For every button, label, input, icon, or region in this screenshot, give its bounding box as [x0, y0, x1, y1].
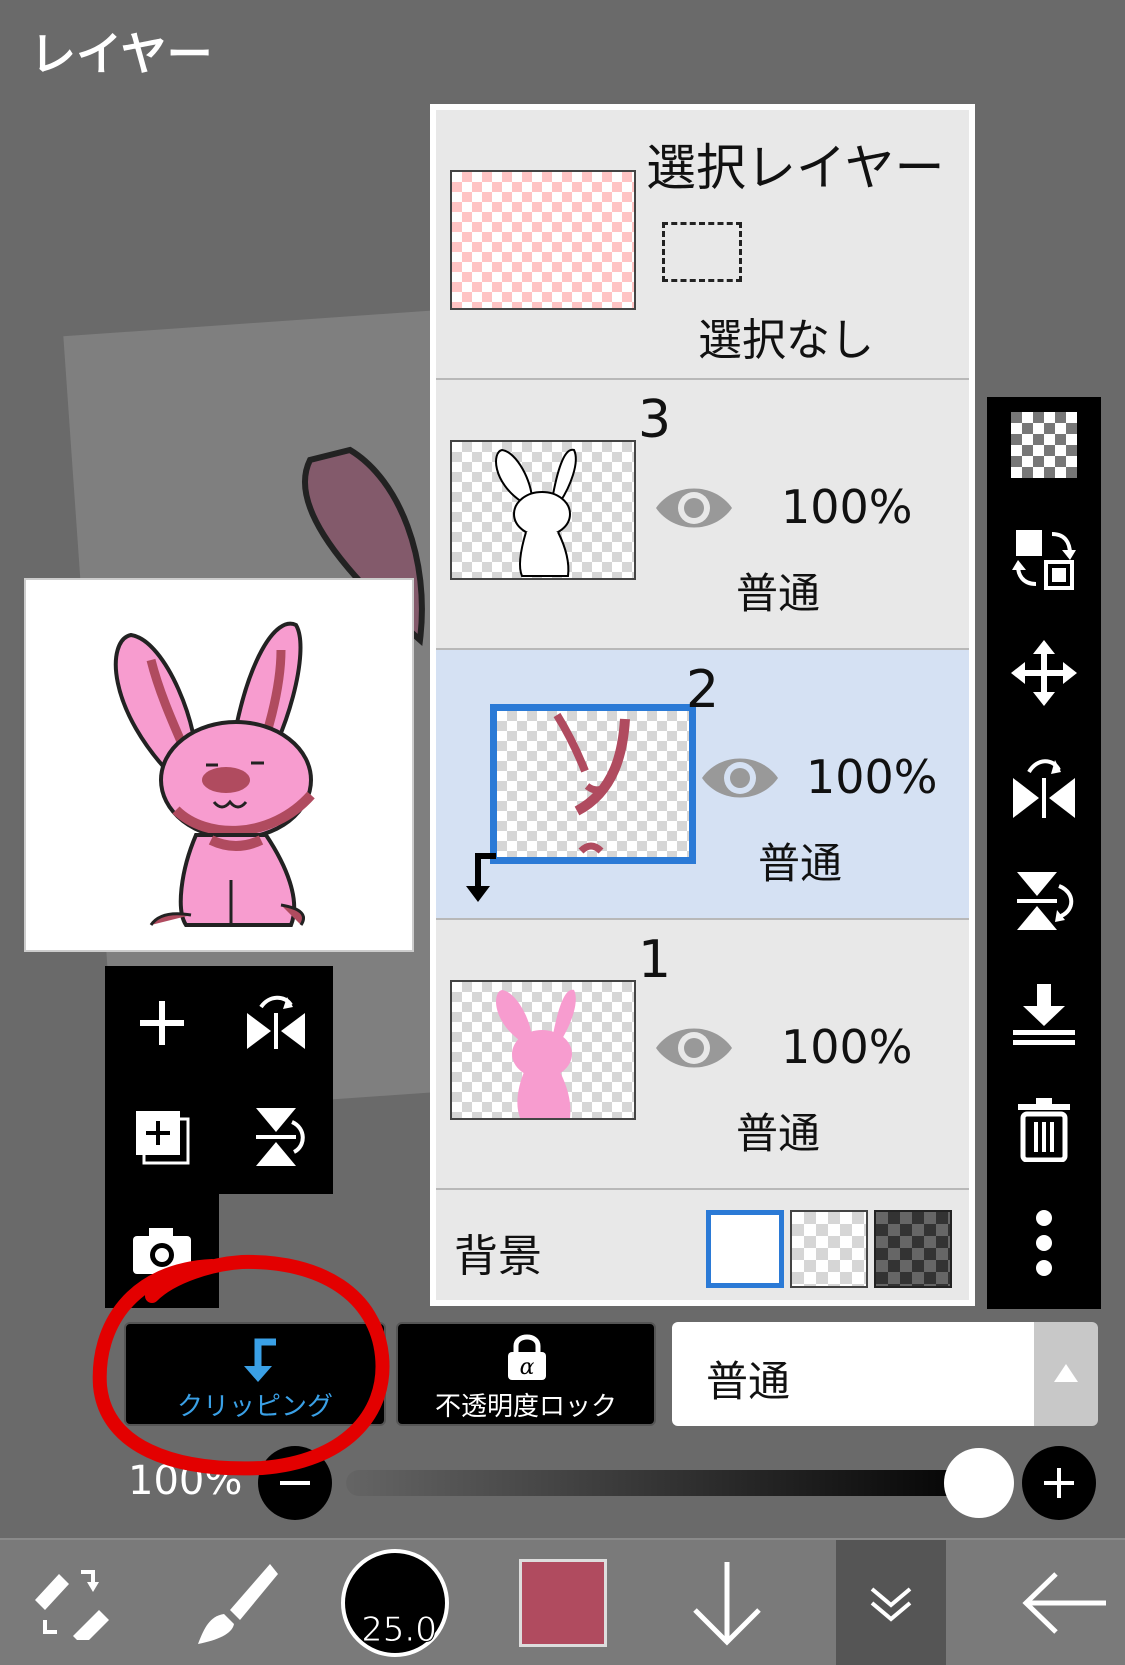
minus-icon: [280, 1481, 310, 1485]
arrow-down-button[interactable]: [672, 1540, 782, 1665]
selection-layer-row[interactable]: 選択レイヤー 選択なし: [436, 110, 969, 380]
flip-horizontal-button-right[interactable]: [987, 739, 1101, 835]
lock-alpha-icon: α: [508, 1334, 546, 1380]
selection-marquee-icon: [662, 222, 742, 282]
layer-opacity: 100%: [781, 480, 913, 534]
layer-number: 3: [638, 390, 672, 450]
opacity-slider-thumb[interactable]: [944, 1448, 1014, 1518]
collapse-button[interactable]: [836, 1540, 946, 1665]
selection-layer-label: 選択レイヤー: [646, 139, 945, 197]
selection-layer-thumbnail: [450, 170, 636, 310]
layer-row-selected[interactable]: 2 100% 普通: [436, 650, 969, 920]
visibility-eye-icon[interactable]: [654, 480, 734, 536]
background-label: 背景: [454, 1231, 542, 1282]
layer-number: 2: [686, 660, 720, 720]
layer-blend-mode: 普通: [736, 569, 821, 618]
brush-button[interactable]: [180, 1540, 290, 1665]
layer-thumbnail: [450, 440, 636, 580]
transform-icon: [35, 1569, 109, 1640]
visibility-eye-icon[interactable]: [700, 750, 780, 806]
brush-size-value: 25.0: [361, 1610, 438, 1651]
canvas-preview: [24, 578, 414, 952]
brush-icon: [198, 1563, 278, 1644]
layer-row[interactable]: 1 100% 普通: [436, 920, 969, 1190]
blend-mode-value: 普通: [706, 1357, 791, 1406]
layer-opacity: 100%: [806, 750, 938, 804]
back-button[interactable]: [1010, 1540, 1120, 1665]
more-options-button[interactable]: [987, 1195, 1101, 1291]
opacity-lock-label: 不透明度ロック: [434, 1392, 617, 1422]
layer-blend-mode: 普通: [736, 1109, 821, 1158]
layer-thumbnail: [490, 704, 696, 864]
plus-icon: [1044, 1468, 1074, 1498]
back-arrow-icon: [1022, 1571, 1106, 1634]
opacity-lock-button[interactable]: α 不透明度ロック: [396, 1322, 656, 1426]
selection-status: 選択なし: [698, 315, 874, 366]
brush-size-button[interactable]: 25.0: [340, 1540, 450, 1665]
color-button[interactable]: [508, 1540, 618, 1665]
blend-mode-dropdown-button[interactable]: [1034, 1322, 1098, 1426]
add-layer-button[interactable]: [105, 966, 219, 1080]
left-tool-panel: [105, 966, 333, 1194]
flip-vertical-button-right[interactable]: [987, 853, 1101, 949]
opacity-increase-button[interactable]: [1022, 1446, 1096, 1520]
panel-title: レイヤー: [30, 27, 213, 81]
opacity-slider-track[interactable]: [346, 1470, 996, 1496]
flip-vertical-icon: [256, 1108, 305, 1166]
background-row: 背景: [436, 1190, 969, 1300]
delete-layer-button[interactable]: [987, 1081, 1101, 1177]
transparency-icon: [1011, 412, 1077, 478]
collapse-icon: [870, 1586, 912, 1622]
background-dark-option[interactable]: [874, 1210, 952, 1288]
background-transparent-option[interactable]: [790, 1210, 868, 1288]
copy-layer-icon: [136, 1111, 190, 1165]
layer-opacity: 100%: [781, 1020, 913, 1074]
flip-horizontal-button[interactable]: [219, 966, 333, 1080]
color-swatch: [519, 1558, 607, 1647]
copy-layer-button[interactable]: [105, 1080, 219, 1194]
flip-horizontal-icon: [247, 995, 305, 1049]
arrow-down-icon: [693, 1561, 761, 1646]
background-white-option[interactable]: [706, 1210, 784, 1288]
layer-blend-mode: 普通: [758, 839, 843, 888]
add-layer-icon: [140, 1001, 184, 1045]
move-button[interactable]: [987, 625, 1101, 721]
layer-number: 1: [638, 930, 672, 990]
right-toolbar: [987, 397, 1101, 1309]
layer-thumbnail: [450, 980, 636, 1120]
merge-down-icon: [1013, 984, 1075, 1045]
layer-list-panel: 選択レイヤー 選択なし 3 100% 普通 2 100% 普通 1 100% 普…: [430, 104, 975, 1306]
trash-icon: [1018, 1098, 1070, 1162]
swap-layer-button[interactable]: [987, 511, 1101, 607]
merge-down-button[interactable]: [987, 967, 1101, 1063]
swap-layer-icon: [1012, 530, 1076, 590]
visibility-eye-icon[interactable]: [654, 1020, 734, 1076]
svg-text:α: α: [520, 1355, 535, 1380]
chevron-up-icon: [1054, 1364, 1078, 1382]
layer-row[interactable]: 3 100% 普通: [436, 380, 969, 650]
transparency-button[interactable]: [987, 397, 1101, 493]
move-icon: [1011, 640, 1077, 706]
flip-horizontal-icon: [1013, 759, 1075, 818]
flip-vertical-button[interactable]: [219, 1080, 333, 1194]
transform-button[interactable]: [16, 1540, 126, 1665]
flip-vertical-icon: [1017, 872, 1074, 930]
more-icon: [1036, 1210, 1052, 1276]
bottom-toolbar: 25.0: [0, 1538, 1125, 1665]
clipping-indicator-icon: [466, 853, 496, 902]
annotation-circle: [92, 1254, 390, 1476]
blend-mode-select[interactable]: 普通: [672, 1322, 1034, 1426]
